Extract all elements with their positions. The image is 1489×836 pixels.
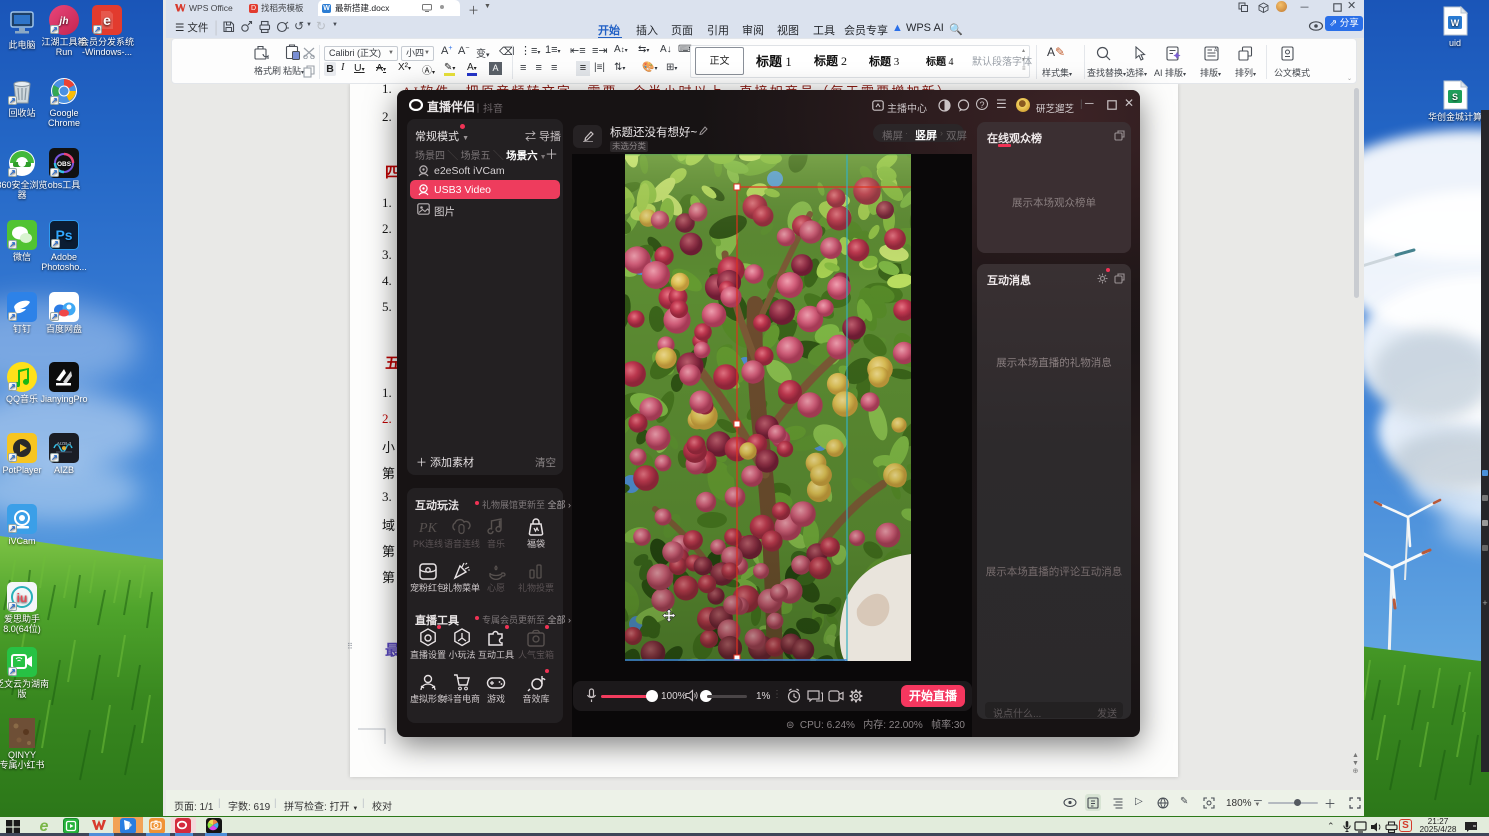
svg-text:OBS: OBS <box>57 161 72 168</box>
svg-text:iu: iu <box>17 591 28 605</box>
svg-text:AIZB-3: AIZB-3 <box>57 441 72 446</box>
svg-text:jh: jh <box>58 16 69 27</box>
svg-text:W: W <box>1451 18 1460 28</box>
svg-text:S: S <box>1452 92 1458 102</box>
svg-text:e: e <box>103 12 111 28</box>
svg-text:PK: PK <box>418 521 438 536</box>
svg-text:A: A <box>1214 48 1218 54</box>
